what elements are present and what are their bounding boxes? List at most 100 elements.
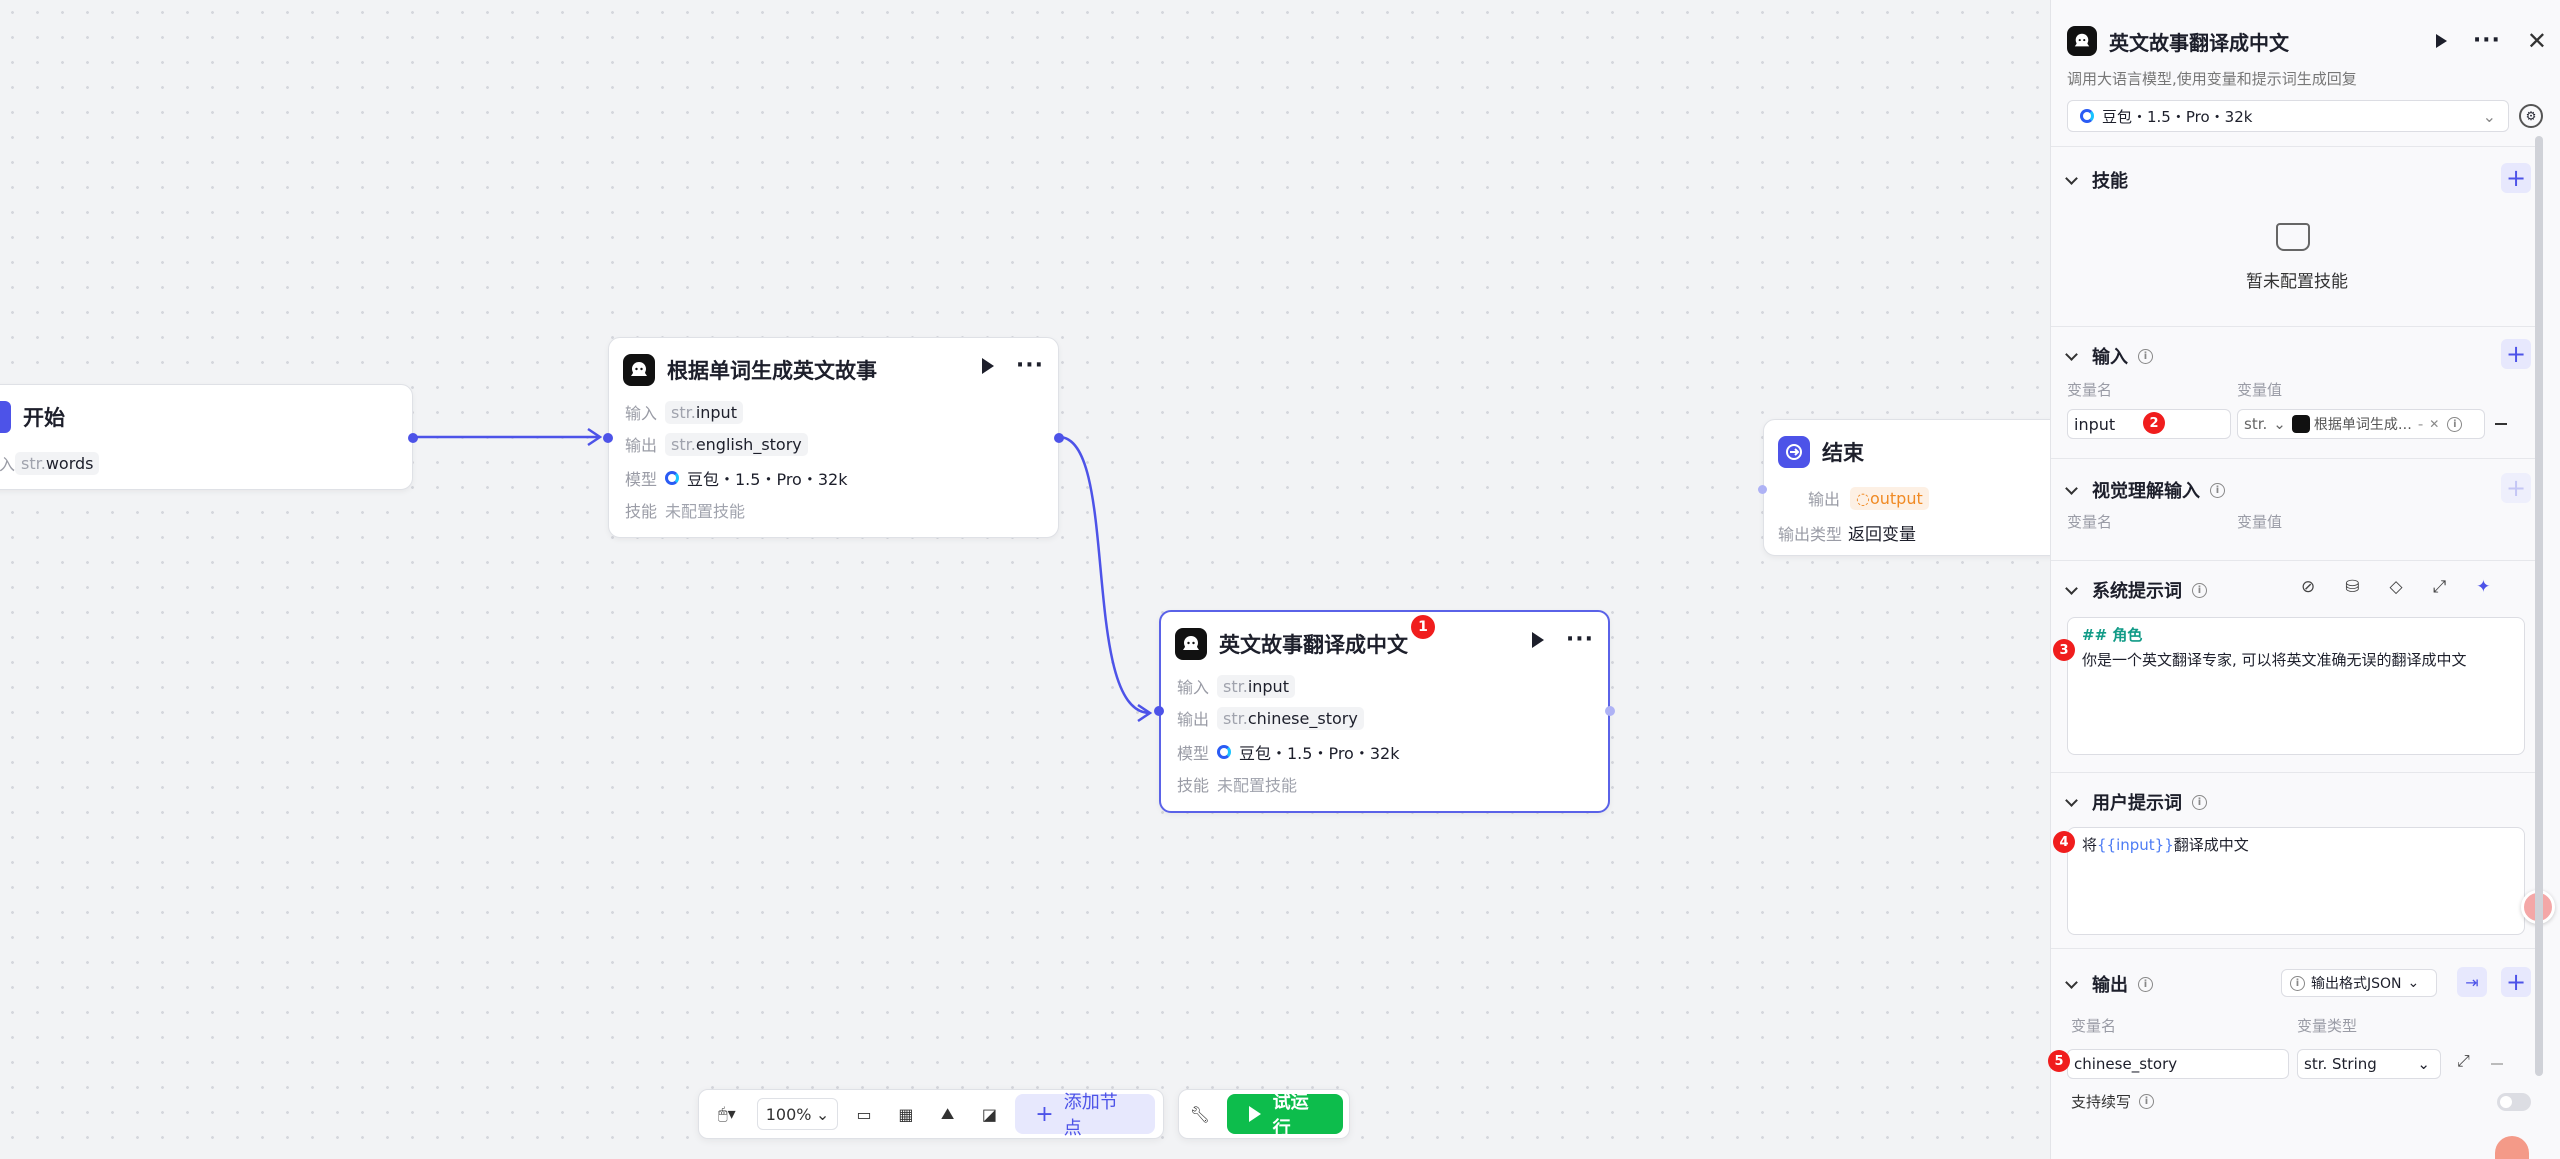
more-icon[interactable]: ···	[2473, 30, 2501, 52]
vision-title: 视觉理解输入	[2092, 481, 2200, 502]
add-output-button[interactable]: +	[2501, 967, 2531, 997]
add-node-button[interactable]: + 添加节点	[1015, 1092, 1155, 1139]
annotation-badge: 2	[2143, 412, 2165, 434]
panel-subtitle: 调用大语言模型,使用变量和提示词生成回复	[2067, 70, 2357, 88]
close-icon[interactable]: ✕	[2429, 417, 2439, 431]
input-ref-suffix: -	[2417, 415, 2424, 433]
output-var-name: chinese_story	[2074, 1055, 2178, 1073]
minimap-icon[interactable]: ◪	[974, 1098, 1006, 1130]
output-var-name-field[interactable]: chinese_story	[2067, 1049, 2289, 1079]
chevron-down-icon[interactable]	[2065, 581, 2078, 595]
gen-input-chip: str.input	[665, 400, 743, 424]
system-prompt-heading: ## 角色	[2082, 626, 2143, 644]
input-type[interactable]: str.	[2244, 415, 2267, 433]
llm-icon	[1175, 628, 1207, 660]
panel-scrollbar[interactable]	[2535, 136, 2543, 1076]
play-icon[interactable]	[2435, 34, 2447, 48]
zoom-select[interactable]: 100% ⌄	[756, 1098, 839, 1130]
more-icon[interactable]: ···	[1566, 629, 1594, 651]
add-input-button[interactable]: +	[2501, 339, 2531, 369]
output-var-type-select[interactable]: str. String ⌄	[2297, 1049, 2441, 1079]
remove-output-icon[interactable]	[2491, 1063, 2503, 1065]
input-col-name: 变量名	[2067, 381, 2113, 399]
annotation-badge: 3	[2053, 639, 2075, 661]
chevron-down-icon[interactable]	[2065, 975, 2078, 989]
model-select-value: 豆包・1.5・Pro・32k	[2102, 107, 2253, 126]
ai-sparkle-icon[interactable]: ✦	[2476, 577, 2490, 597]
translate-node[interactable]: 英文故事翻译成中文 1 ··· 输入 str.input 输出 str.chin…	[1154, 610, 1615, 813]
info-icon: i	[2447, 416, 2463, 432]
play-icon[interactable]	[1531, 632, 1544, 648]
node-config-panel: 英文故事翻译成中文 ··· ✕ 调用大语言模型,使用变量和提示词生成回复 豆包・…	[2048, 0, 2560, 1159]
expand-icon[interactable]: ⤢	[2457, 1051, 2470, 1071]
more-icon[interactable]: ···	[1016, 355, 1044, 377]
tr-skill-label: 技能	[1177, 776, 1210, 795]
layout-icon[interactable]: ▦	[890, 1098, 922, 1130]
output-col-type: 变量类型	[2297, 1017, 2358, 1035]
test-run-button[interactable]: 试运行	[1226, 1092, 1343, 1139]
end-input-port[interactable]	[1758, 485, 1767, 494]
skills-empty-text: 暂未配置技能	[2246, 272, 2348, 292]
model-settings-icon[interactable]: ⚙	[2519, 104, 2543, 128]
input-var-name: input	[2074, 414, 2116, 434]
info-icon: i	[2210, 482, 2225, 498]
optimize-icon[interactable]: ⊘	[2301, 577, 2315, 597]
mouse-mode-icon[interactable]: 🖱︎▾	[707, 1098, 747, 1130]
chevron-down-icon[interactable]	[2065, 481, 2078, 495]
wrench-icon[interactable]: 🔧︎	[1185, 1098, 1215, 1130]
play-icon[interactable]	[981, 358, 994, 374]
info-icon: i	[2192, 582, 2207, 598]
continue-toggle[interactable]	[2497, 1093, 2531, 1111]
library-icon[interactable]: ⛁	[2345, 577, 2359, 597]
chevron-down-icon[interactable]	[2065, 347, 2078, 361]
input-section: 输入 i + 变量名 变量值 input 2 str. ⌄ 根据单词生成… - ✕ …	[2051, 326, 2543, 458]
user-prompt-title: 用户提示词	[2092, 793, 2182, 814]
chevron-down-icon[interactable]	[2065, 793, 2078, 807]
add-skill-button[interactable]: +	[2501, 163, 2531, 193]
generate-story-node[interactable]: 根据单词生成英文故事 ··· 输入 str.input 输出 str.engli…	[603, 337, 1064, 538]
tr-model-value: 豆包・1.5・Pro・32k	[1239, 744, 1400, 763]
user-prompt-var: {{input}}	[2097, 836, 2174, 854]
output-col-name: 变量名	[2071, 1017, 2117, 1035]
expand-icon[interactable]: ⤢	[2433, 577, 2447, 597]
end-output-label: 输出	[1808, 490, 1841, 509]
output-format-select[interactable]: i 输出格式JSON ⌄	[2281, 969, 2437, 997]
start-node[interactable]: 开始 入 str.words	[0, 384, 418, 490]
input-col-value: 变量值	[2237, 381, 2283, 399]
user-prompt-editor[interactable]: 将{{input}}翻译成中文	[2067, 827, 2525, 935]
llm-icon	[623, 354, 655, 386]
comment-icon[interactable]: ▭	[848, 1098, 880, 1130]
tr-output-port[interactable]	[1605, 706, 1615, 716]
chevron-down-icon: ⌄	[2273, 415, 2286, 433]
chevron-down-icon[interactable]	[2065, 171, 2078, 185]
tr-input-port[interactable]	[1154, 706, 1164, 716]
gen-input-port[interactable]	[603, 433, 613, 443]
annotation-badge: 4	[2053, 831, 2075, 853]
remove-input-icon[interactable]	[2495, 423, 2507, 425]
output-mode-icon[interactable]: ⇥	[2457, 967, 2487, 997]
gen-skill-label: 技能	[625, 502, 658, 521]
system-prompt-editor[interactable]: ## 角色 你是一个英文翻译专家, 可以将英文准确无误的翻译成中文	[2067, 617, 2525, 755]
zoom-value: 100%	[765, 1104, 812, 1124]
start-node-title: 开始	[23, 406, 65, 430]
panel-title: 英文故事翻译成中文	[2109, 30, 2289, 55]
llm-icon	[2291, 415, 2310, 433]
output-section: 输出 i i 输出格式JSON ⌄ ⇥ + 变量名 变量类型 chinese_stor…	[2048, 948, 2543, 1128]
end-node-title: 结束	[1822, 441, 1864, 465]
system-prompt-body: 你是一个英文翻译专家, 可以将英文准确无误的翻译成中文	[2082, 651, 2467, 669]
gen-input-label: 输入	[625, 404, 658, 423]
vision-section: 视觉理解输入 i + 变量名 变量值	[2051, 458, 2543, 560]
doubao-logo-icon	[665, 471, 679, 485]
end-output-type-value: 返回变量	[1848, 525, 1916, 545]
close-icon[interactable]: ✕	[2527, 27, 2547, 55]
gen-output-port[interactable]	[1054, 433, 1064, 443]
annotation-badge: 1	[1411, 615, 1435, 639]
avatar[interactable]	[2495, 1136, 2529, 1159]
image-icon[interactable]: ⛰	[932, 1098, 964, 1130]
end-node[interactable]: 结束 输出 ◌output 输出类型 返回变量	[1758, 419, 2083, 556]
start-output-port[interactable]	[408, 433, 418, 443]
model-select[interactable]: 豆包・1.5・Pro・32k ⌄	[2067, 100, 2509, 132]
tag-icon[interactable]: ◇	[2390, 577, 2403, 597]
input-var-value-field[interactable]: str. ⌄ 根据单词生成… - ✕ i	[2237, 409, 2485, 439]
add-vision-button[interactable]: +	[2501, 473, 2531, 503]
